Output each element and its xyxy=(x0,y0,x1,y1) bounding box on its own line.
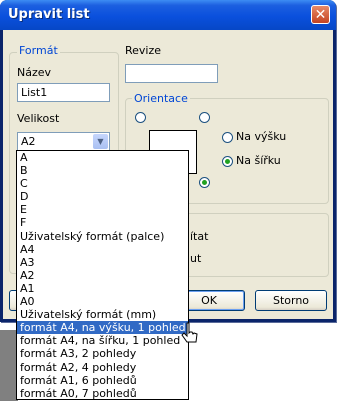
chevron-down-icon[interactable]: ▼ xyxy=(93,134,108,149)
dropdown-option[interactable]: A1 xyxy=(17,282,188,295)
revision-input[interactable] xyxy=(125,64,218,83)
dropdown-option[interactable]: B xyxy=(17,164,188,177)
portrait-label: Na výšku xyxy=(236,130,287,143)
options-partial-text-2: ut xyxy=(190,252,202,265)
size-label: Velikost xyxy=(17,112,60,125)
size-combobox[interactable]: A2 ▼ xyxy=(17,132,110,151)
dropdown-option[interactable]: C xyxy=(17,177,188,190)
close-button[interactable]: ✕ xyxy=(311,5,330,24)
dropdown-option[interactable]: formát A2, 4 pohledy xyxy=(17,361,188,374)
dropdown-option[interactable]: A4 xyxy=(17,243,188,256)
name-label: Název xyxy=(17,66,52,79)
mouse-cursor-icon xyxy=(181,322,198,343)
dropdown-option[interactable]: formát A0, 7 pohledů xyxy=(17,387,188,400)
orientation-group-title: Orientace xyxy=(132,92,190,105)
name-input[interactable]: List1 xyxy=(17,83,110,102)
size-dropdown-list[interactable]: A B C D E F Uživatelský formát (palce) A4 A3 A2 A1… xyxy=(16,150,189,400)
dropdown-option[interactable]: formát A3, 2 pohledy xyxy=(17,347,188,360)
dropdown-option[interactable]: formát A1, 6 pohledů xyxy=(17,374,188,387)
dropdown-option[interactable]: D xyxy=(17,190,188,203)
portrait-radio[interactable] xyxy=(222,132,233,143)
cancel-button[interactable]: Storno xyxy=(255,290,327,311)
dialog-title: Upravit list xyxy=(8,7,90,22)
dropdown-option[interactable]: E xyxy=(17,203,188,216)
dropdown-option[interactable]: A0 xyxy=(17,295,188,308)
close-icon: ✕ xyxy=(314,7,327,23)
dropdown-option[interactable]: formát A4, na výšku, 1 pohled xyxy=(17,321,188,335)
dropdown-option[interactable]: Uživatelský formát (mm) xyxy=(17,308,188,321)
dropdown-option[interactable]: A2 xyxy=(17,269,188,282)
landscape-radio[interactable] xyxy=(222,156,233,167)
size-combobox-value: A2 xyxy=(21,135,36,148)
dropdown-option[interactable]: formát A4, na šířku, 1 pohled xyxy=(17,334,188,347)
format-group-title: Formát xyxy=(17,44,60,57)
title-bar[interactable]: Upravit list ✕ xyxy=(0,0,336,30)
orientation-radio-bottom-right[interactable] xyxy=(199,177,210,188)
dropdown-option[interactable]: A xyxy=(17,151,188,164)
landscape-label: Na šířku xyxy=(236,154,281,167)
options-partial-text-1: ítat xyxy=(190,230,209,243)
dropdown-option[interactable]: F xyxy=(17,216,188,229)
dropdown-option[interactable]: Uživatelský formát (palce) xyxy=(17,230,188,243)
orientation-radio-top-right[interactable] xyxy=(199,112,210,123)
dropdown-option[interactable]: A3 xyxy=(17,256,188,269)
revision-label: Revize xyxy=(125,44,162,57)
orientation-radio-top-left[interactable] xyxy=(135,112,146,123)
